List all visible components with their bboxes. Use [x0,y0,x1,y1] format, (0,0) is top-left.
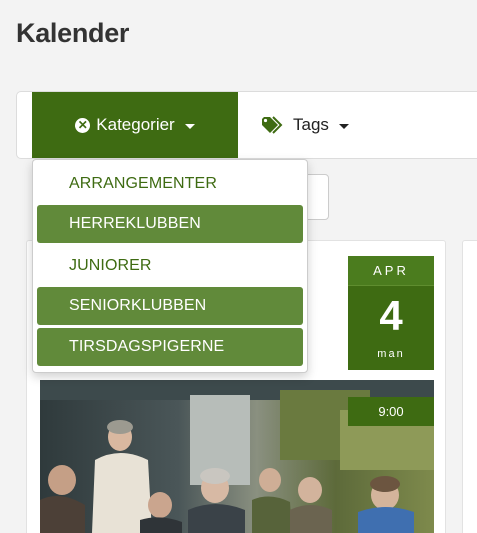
tags-filter-button[interactable]: Tags [261,92,391,158]
date-month: APR [348,256,434,286]
caret-down-icon [184,123,195,129]
page-title: Kalender [16,18,130,48]
category-option-juniorer[interactable]: JUNIORER [37,247,303,285]
filter-bar: ✕ Kategorier Tags [16,91,477,159]
date-badge: APR 4 man [348,256,434,370]
tag-icon [262,116,283,134]
category-filter-label: Kategorier [96,115,175,134]
tags-filter-label: Tags [293,115,329,134]
date-weekday: man [377,348,405,360]
category-option-seniorklubben[interactable]: SENIORKLUBBEN [37,287,303,325]
category-option-tirsdagspigerne[interactable]: TIRSDAGSPIGERNE [37,328,303,366]
caret-down-icon [338,123,349,129]
event-card-next[interactable] [462,240,477,533]
category-option-herreklubben[interactable]: HERREKLUBBEN [37,205,303,243]
time-badge: 9:00 [348,397,434,426]
category-option-arrangementer[interactable]: ARRANGEMENTER [37,165,303,203]
clear-circle-icon[interactable]: ✕ [75,117,91,133]
category-filter-button[interactable]: ✕ Kategorier [32,92,238,158]
date-day: 4 [379,292,403,339]
category-dropdown-menu: ARRANGEMENTER HERREKLUBBEN JUNIORER SENI… [32,159,308,373]
